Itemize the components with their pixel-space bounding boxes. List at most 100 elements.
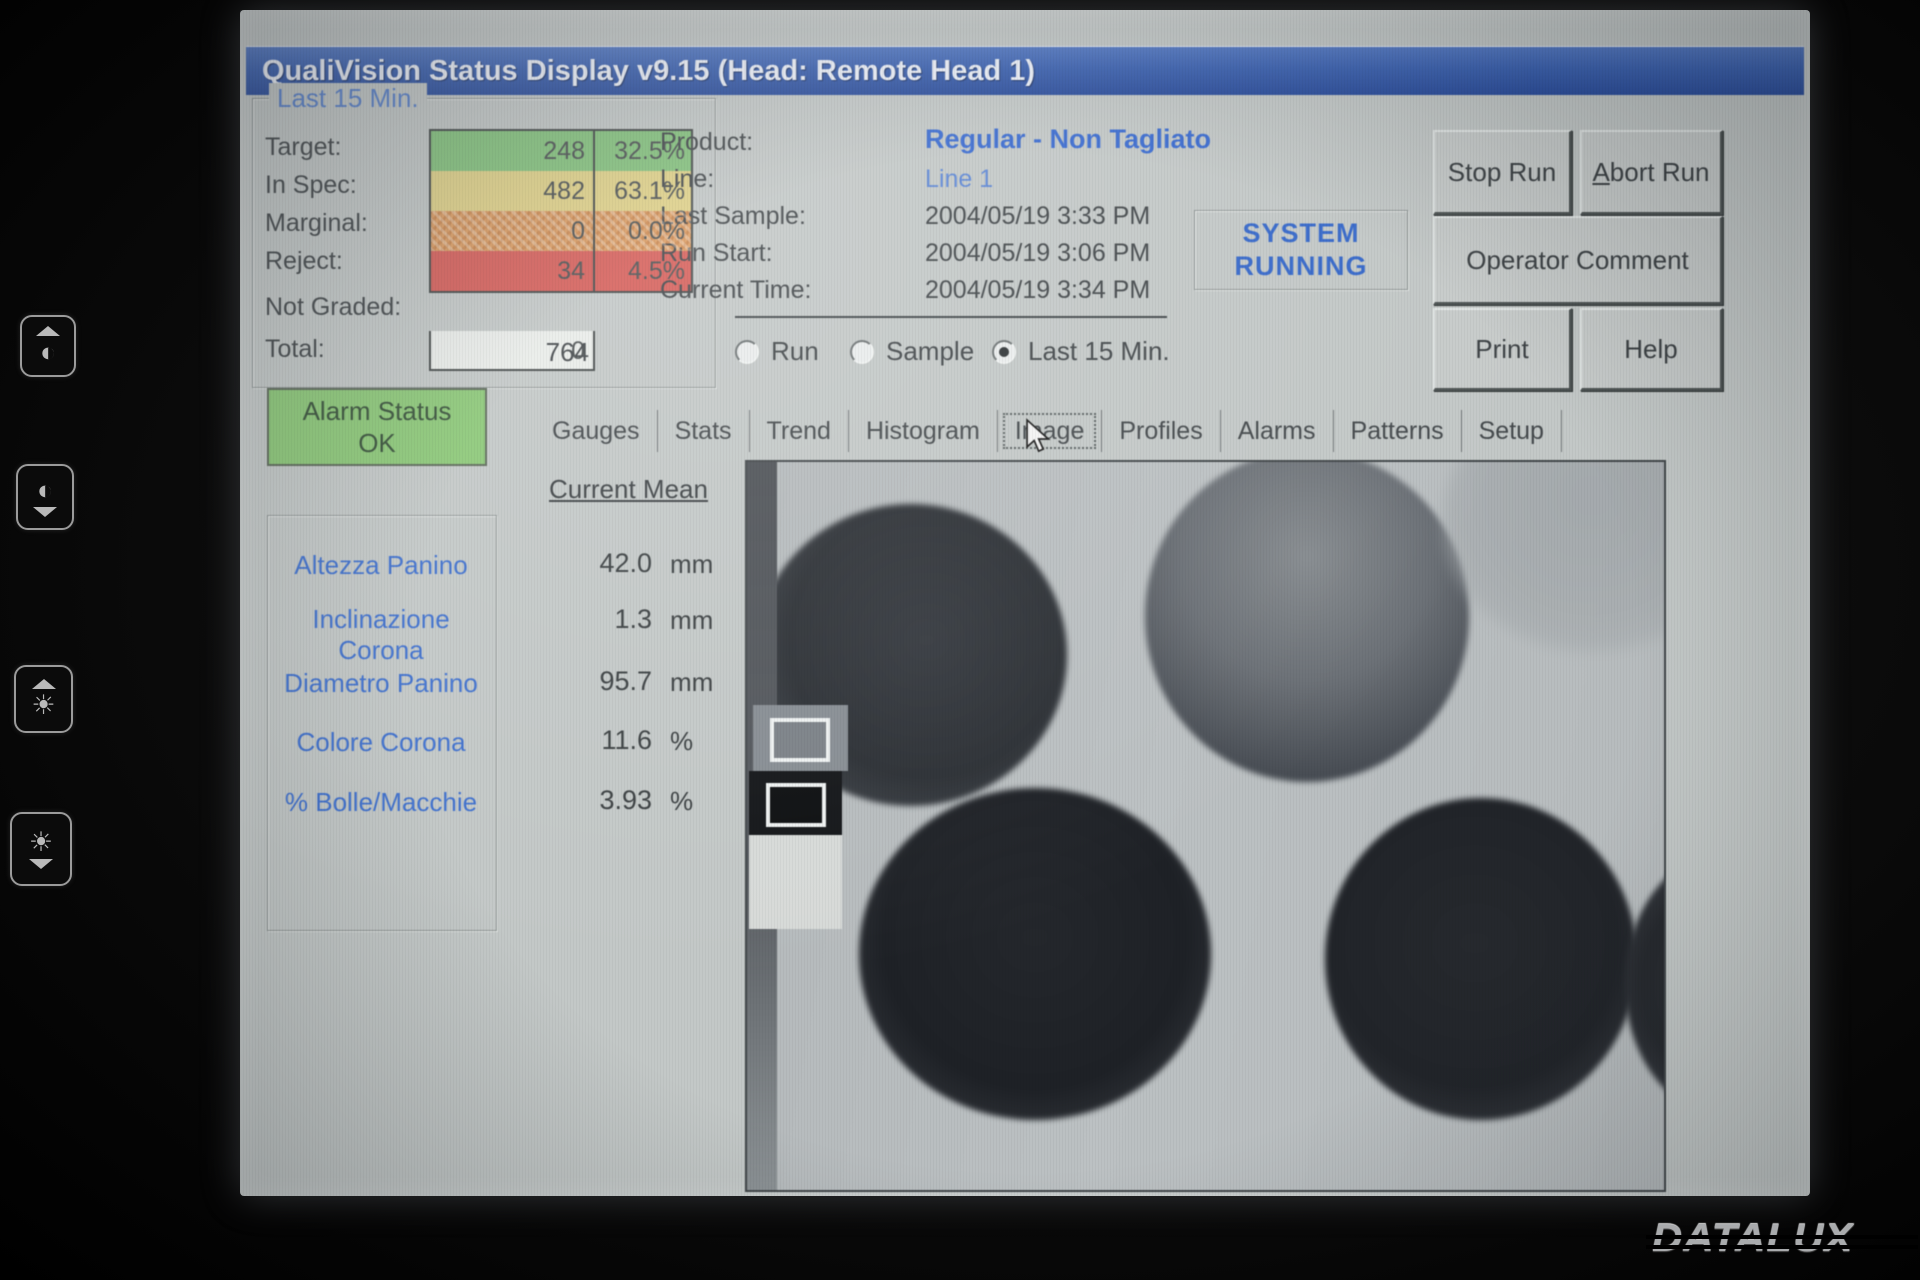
brightness-up-button[interactable]: ☀ <box>14 665 73 733</box>
meas-unit-inclinazione: mm <box>670 605 713 636</box>
radio-last15min-label: Last 15 Min. <box>1028 336 1170 367</box>
tab-gauges[interactable]: Gauges <box>535 410 658 452</box>
meas-label-altezza: Altezza Panino <box>267 550 495 581</box>
bun-bottom-left <box>859 788 1211 1120</box>
meas-unit-diametro: mm <box>670 667 713 698</box>
stat-label-reject: Reject: <box>265 247 343 276</box>
stat-label-target: Target: <box>265 133 341 162</box>
product-value: Regular - Non Tagliato <box>925 124 1211 155</box>
meas-label-bolle: % Bolle/Macchie <box>267 787 495 818</box>
radio-circle[interactable] <box>850 340 874 364</box>
contrast-down-button[interactable]: ◐ <box>16 464 74 530</box>
meas-label-diametro: Diametro Panino <box>267 668 495 699</box>
table-row-target: 248 32.5% <box>431 131 691 171</box>
meas-value-altezza: 42.0 <box>540 548 652 579</box>
meas-unit-altezza: mm <box>670 549 713 580</box>
monitor-photo: ◐ ◐ ☀ ☀ DATALUX QualiVision Status Displ… <box>0 0 1920 1280</box>
radio-run-label: Run <box>771 336 819 367</box>
marginal-count: 0 <box>431 211 595 251</box>
tab-stats[interactable]: Stats <box>658 410 750 452</box>
mouse-cursor <box>1020 418 1054 456</box>
stats-group-label: Last 15 Min. <box>269 83 427 114</box>
print-button[interactable]: Print <box>1433 308 1572 391</box>
calibration-patch-black <box>749 771 842 835</box>
contrast-up-button[interactable]: ◐ <box>20 315 76 377</box>
meas-label-colore: Colore Corona <box>267 727 495 758</box>
meas-label-inclinazione: Inclinazione Corona <box>267 604 495 666</box>
tab-setup[interactable]: Setup <box>1462 410 1562 452</box>
radio-circle[interactable] <box>992 340 1016 364</box>
operator-comment-button[interactable]: Operator Comment <box>1433 216 1723 305</box>
grade-color-table: 248 32.5% 482 63.1% 0 0.0% 34 4.5% <box>429 129 693 293</box>
meas-value-bolle: 3.93 <box>540 785 652 816</box>
system-status-box: SYSTEM RUNNING <box>1194 210 1408 290</box>
marginal-pct: 0.0% <box>595 211 691 251</box>
brightness-down-button[interactable]: ☀ <box>10 812 72 886</box>
contrast-icon: ◐ <box>37 477 53 504</box>
brightness-icon: ☀ <box>31 692 55 719</box>
radio-last15min[interactable]: Last 15 Min. <box>992 336 1170 367</box>
calibration-patch-gray <box>753 705 848 771</box>
last-sample-value: 2004/05/19 3:33 PM <box>925 202 1150 231</box>
window-titlebar: QualiVision Status Display v9.15 (Head: … <box>246 46 1804 95</box>
meas-unit-bolle: % <box>670 786 693 817</box>
stop-run-button[interactable]: Stop Run <box>1433 130 1572 215</box>
bun-right-edge <box>1625 850 1666 1118</box>
abort-run-button[interactable]: Abort Run <box>1580 130 1723 215</box>
camera-image-view <box>745 460 1666 1192</box>
tab-patterns[interactable]: Patterns <box>1334 410 1462 452</box>
total-count: 764 <box>429 337 589 368</box>
arrow-down-icon <box>33 507 57 517</box>
contrast-icon: ◐ <box>40 339 56 366</box>
calibration-target-rect <box>766 783 826 827</box>
current-time-value: 2004/05/19 3:34 PM <box>925 276 1150 305</box>
inspec-count: 482 <box>431 171 595 211</box>
divider <box>735 316 1167 318</box>
help-button[interactable]: Help <box>1580 308 1723 391</box>
bun-bottom-right <box>1325 798 1637 1120</box>
bun-top-right-faint <box>1442 460 1666 652</box>
table-row-marginal: 0 0.0% <box>431 211 691 251</box>
stat-label-total: Total: <box>265 335 325 364</box>
stat-label-marginal: Marginal: <box>265 209 368 238</box>
tab-alarms[interactable]: Alarms <box>1221 410 1334 452</box>
current-mean-header: Current Mean <box>549 474 708 505</box>
alarm-status-indicator: Alarm Status OK <box>267 388 487 466</box>
radio-run[interactable]: Run <box>735 336 819 367</box>
monitor-brand-logo: DATALUX <box>1652 1214 1912 1272</box>
inspec-pct: 63.1% <box>595 171 691 211</box>
stat-label-inspec: In Spec: <box>265 171 357 200</box>
reject-pct: 4.5% <box>595 251 691 291</box>
monitor-screen: QualiVision Status Display v9.15 (Head: … <box>240 10 1810 1196</box>
alarm-status-line2: OK <box>358 427 396 459</box>
radio-circle[interactable] <box>735 340 759 364</box>
bun-top-middle <box>1145 460 1469 782</box>
arrow-down-icon <box>29 859 53 869</box>
target-pct: 32.5% <box>595 131 691 171</box>
table-row-inspec: 482 63.1% <box>431 171 691 211</box>
reject-count: 34 <box>431 251 595 291</box>
meas-value-colore: 11.6 <box>540 725 652 756</box>
arrow-up-icon <box>32 679 56 689</box>
tab-profiles[interactable]: Profiles <box>1102 410 1220 452</box>
meas-unit-colore: % <box>670 726 693 757</box>
radio-sample-label: Sample <box>886 336 974 367</box>
meas-value-diametro: 95.7 <box>540 666 652 697</box>
line-value: Line 1 <box>925 165 993 194</box>
system-status-line2: RUNNING <box>1235 250 1368 283</box>
radio-sample[interactable]: Sample <box>850 336 974 367</box>
tab-trend[interactable]: Trend <box>750 410 849 452</box>
calibration-patch-white <box>749 835 842 929</box>
stat-label-notgraded: Not Graded: <box>265 293 401 322</box>
run-start-value: 2004/05/19 3:06 PM <box>925 239 1150 268</box>
brightness-icon: ☀ <box>29 829 53 856</box>
alarm-status-line1: Alarm Status <box>303 395 452 427</box>
arrow-up-icon <box>36 326 60 336</box>
tab-histogram[interactable]: Histogram <box>849 410 998 452</box>
calibration-target-rect <box>770 718 830 762</box>
table-row-reject: 34 4.5% <box>431 251 691 291</box>
stats-group: Last 15 Min. Target: In Spec: Marginal: … <box>252 98 716 388</box>
system-status-line1: SYSTEM <box>1242 217 1359 250</box>
meas-value-inclinazione: 1.3 <box>540 604 652 635</box>
target-count: 248 <box>431 131 595 171</box>
